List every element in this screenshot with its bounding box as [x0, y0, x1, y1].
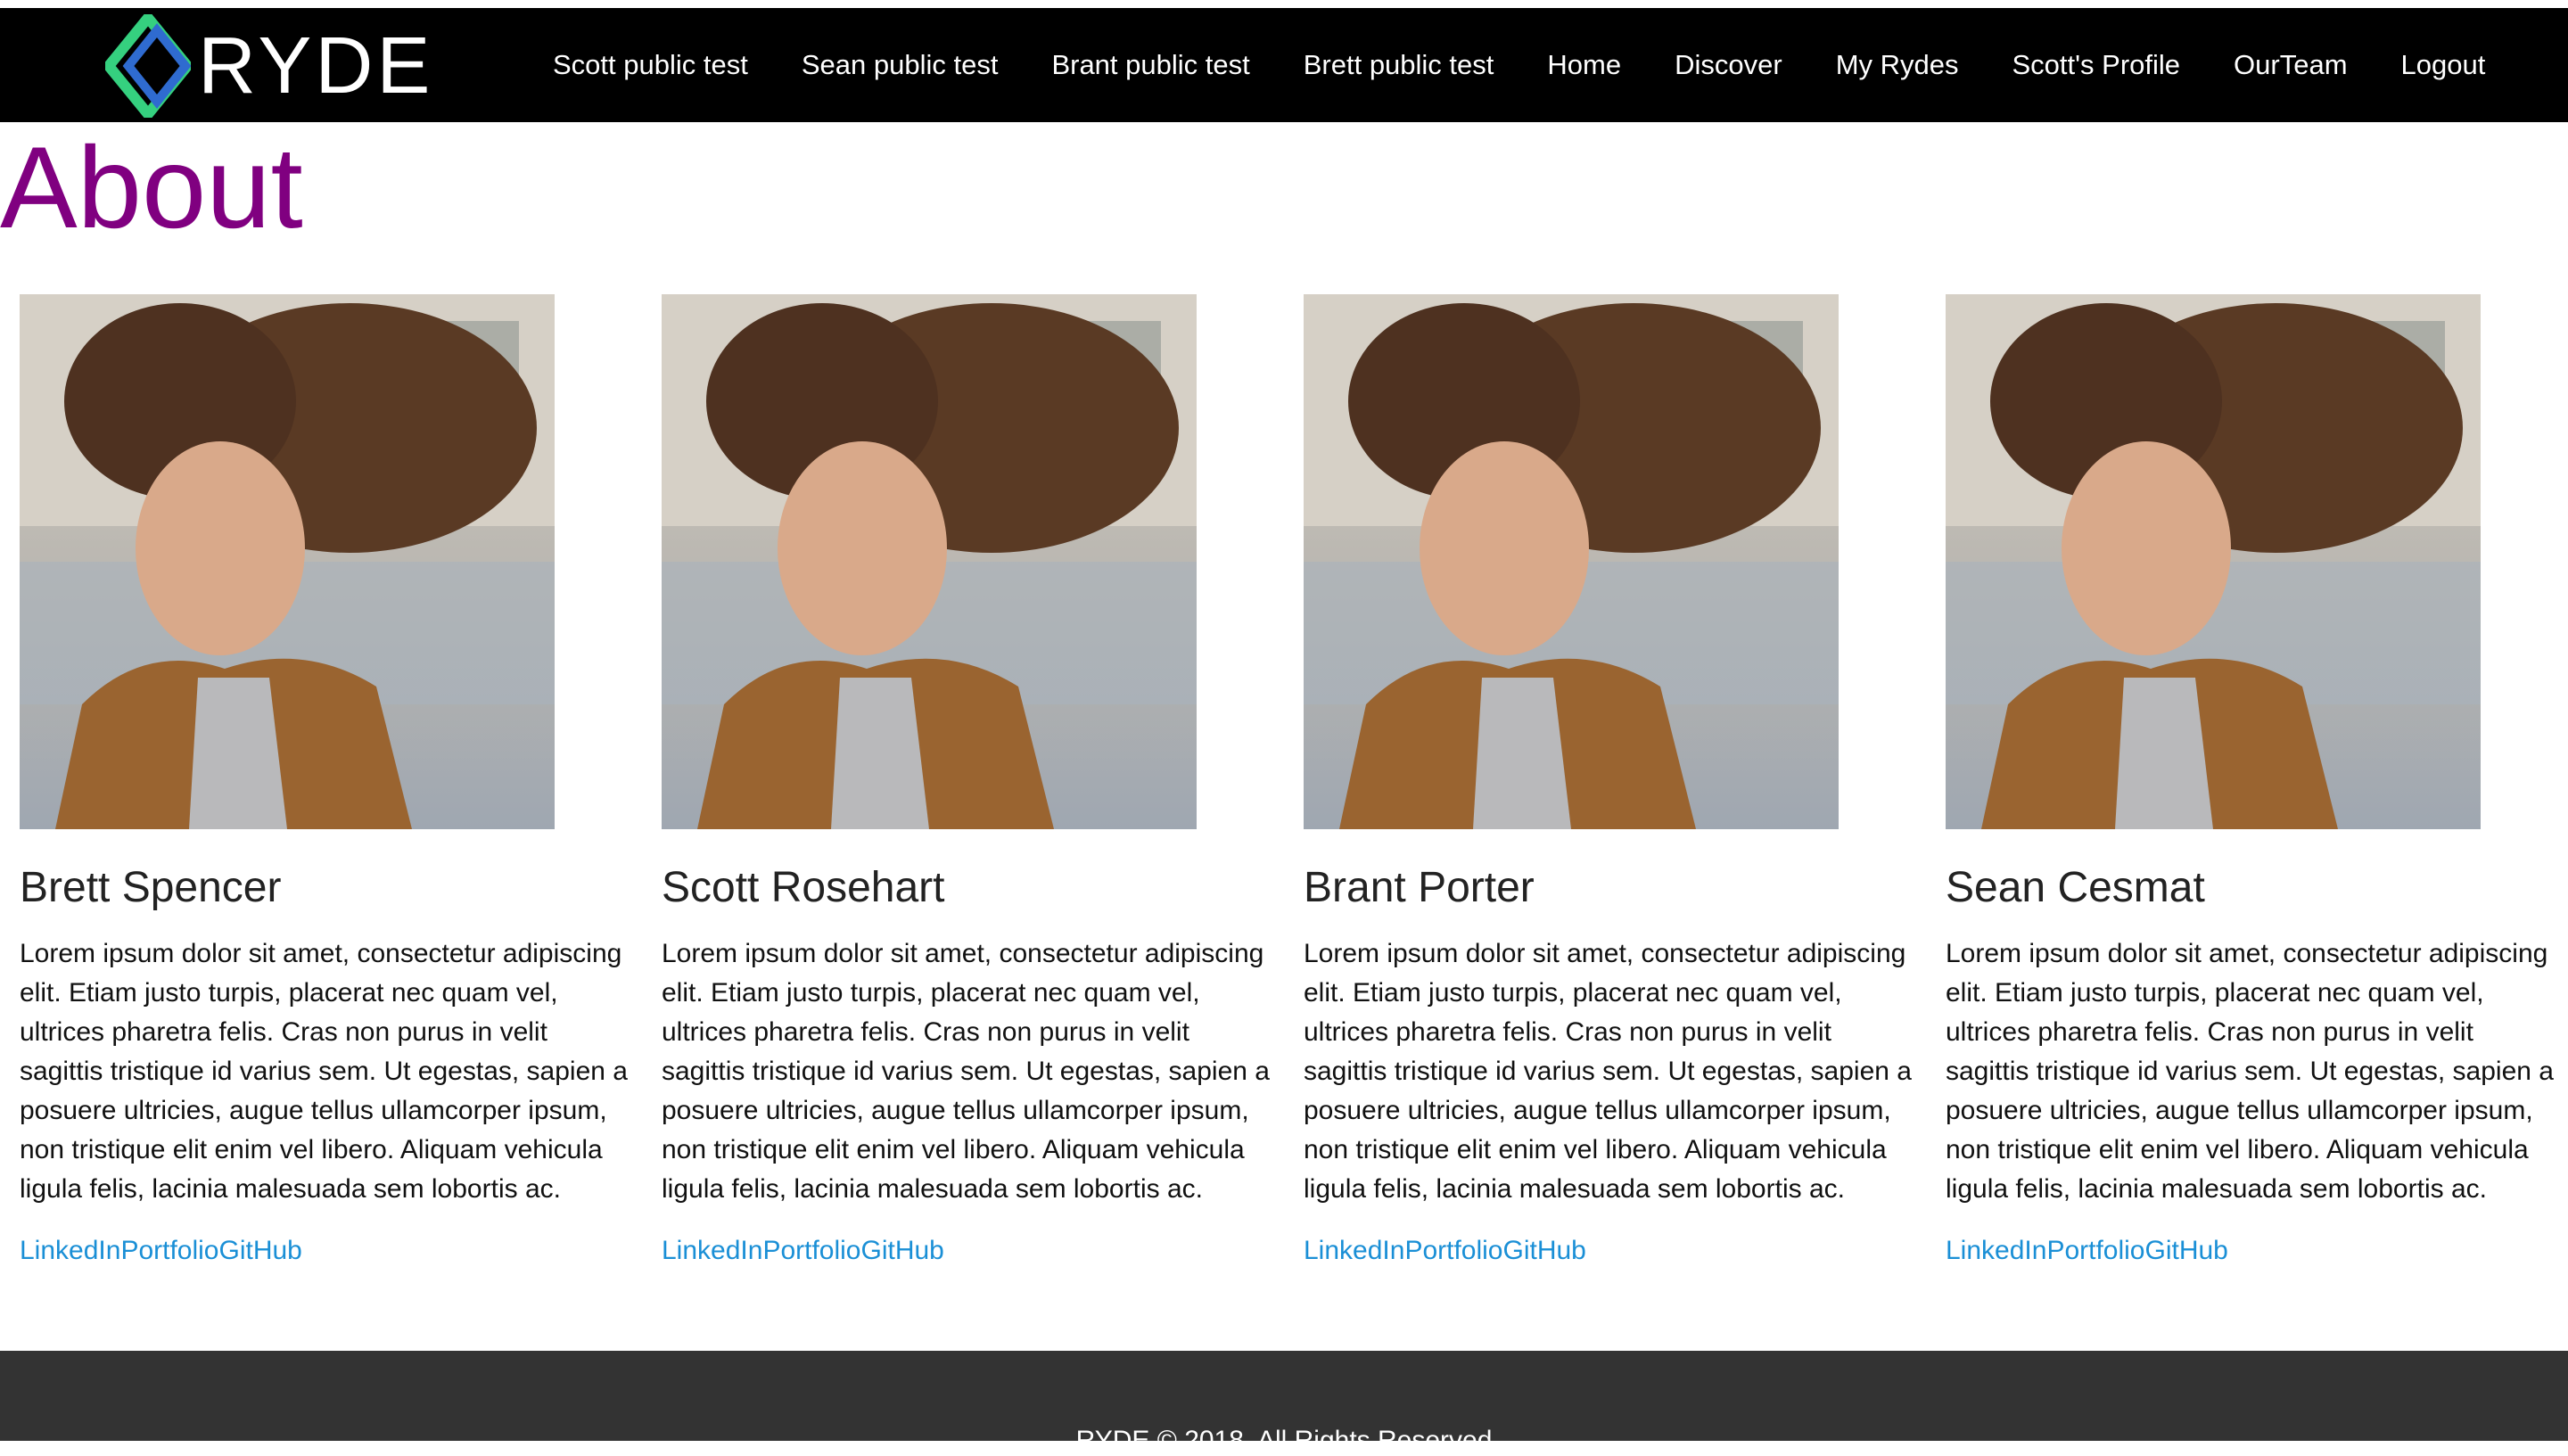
nav-link-brett-public-test[interactable]: Brett public test: [1304, 49, 1494, 81]
footer: RYDE © 2018. All Rights Reserved: [0, 1351, 2568, 1455]
linkedin-link[interactable]: LinkedIn: [662, 1236, 762, 1265]
portrait-image: [20, 294, 555, 829]
github-link[interactable]: GitHub: [1503, 1236, 1586, 1265]
portfolio-link[interactable]: Portfolio: [1404, 1236, 1502, 1265]
linkedin-link[interactable]: LinkedIn: [1304, 1236, 1404, 1265]
portrait-image: [1304, 294, 1839, 829]
ryde-logo-icon: [105, 14, 191, 118]
team-member-bio: Lorem ipsum dolor sit amet, consectetur …: [20, 939, 628, 1204]
github-link[interactable]: GitHub: [861, 1236, 944, 1265]
team-member-bio: Lorem ipsum dolor sit amet, consectetur …: [1946, 939, 2554, 1204]
team-member-bio: Lorem ipsum dolor sit amet, consectetur …: [662, 939, 1270, 1204]
team-card: Scott Rosehart Lorem ipsum dolor sit ame…: [662, 294, 1277, 1266]
team-card: Brant Porter Lorem ipsum dolor sit amet,…: [1304, 294, 1919, 1266]
team-member-name: Scott Rosehart: [662, 864, 945, 911]
team-card: Brett Spencer Lorem ipsum dolor sit amet…: [20, 294, 635, 1266]
team-member-photo: [1946, 294, 2481, 829]
portfolio-link[interactable]: Portfolio: [762, 1236, 860, 1265]
portfolio-link[interactable]: Portfolio: [120, 1236, 218, 1265]
page-title: About: [0, 122, 303, 252]
github-link[interactable]: GitHub: [219, 1236, 302, 1265]
top-strip: [0, 0, 2568, 8]
brand-name: RYDE: [198, 21, 434, 111]
team-member-bio: Lorem ipsum dolor sit amet, consectetur …: [1304, 939, 1912, 1204]
team-member-photo: [1304, 294, 1839, 829]
nav-links: Scott public test Sean public test Brant…: [526, 8, 2512, 122]
brand-logo[interactable]: RYDE: [105, 13, 444, 119]
navbar: RYDE Scott public test Sean public test …: [0, 8, 2568, 122]
portfolio-link[interactable]: Portfolio: [2046, 1236, 2144, 1265]
linkedin-link[interactable]: LinkedIn: [20, 1236, 120, 1265]
linkedin-link[interactable]: LinkedIn: [1946, 1236, 2046, 1265]
portrait-image: [1946, 294, 2481, 829]
team-cards: Brett Spencer Lorem ipsum dolor sit amet…: [20, 294, 2554, 1320]
nav-link-logout[interactable]: Logout: [2401, 49, 2486, 81]
nav-link-our-team[interactable]: OurTeam: [2234, 49, 2347, 81]
team-member-photo: [20, 294, 555, 829]
team-member-links: LinkedInPortfolioGitHub: [1946, 1236, 2561, 1266]
team-member-name: Brett Spencer: [20, 864, 282, 911]
nav-link-sean-public-test[interactable]: Sean public test: [802, 49, 999, 81]
portrait-image: [662, 294, 1197, 829]
team-member-photo: [662, 294, 1197, 829]
nav-link-brant-public-test[interactable]: Brant public test: [1051, 49, 1249, 81]
nav-link-my-rydes[interactable]: My Rydes: [1836, 49, 1959, 81]
nav-link-discover[interactable]: Discover: [1675, 49, 1782, 81]
team-member-name: Sean Cesmat: [1946, 864, 2205, 911]
team-card: Sean Cesmat Lorem ipsum dolor sit amet, …: [1946, 294, 2561, 1266]
footer-copyright: RYDE © 2018. All Rights Reserved: [1075, 1426, 1493, 1455]
team-member-name: Brant Porter: [1304, 864, 1535, 911]
nav-link-profile[interactable]: Scott's Profile: [2012, 49, 2181, 81]
team-member-links: LinkedInPortfolioGitHub: [662, 1236, 1277, 1266]
team-member-links: LinkedInPortfolioGitHub: [1304, 1236, 1919, 1266]
github-link[interactable]: GitHub: [2145, 1236, 2228, 1265]
nav-link-home[interactable]: Home: [1547, 49, 1621, 81]
team-member-links: LinkedInPortfolioGitHub: [20, 1236, 635, 1266]
nav-link-scott-public-test[interactable]: Scott public test: [553, 49, 748, 81]
